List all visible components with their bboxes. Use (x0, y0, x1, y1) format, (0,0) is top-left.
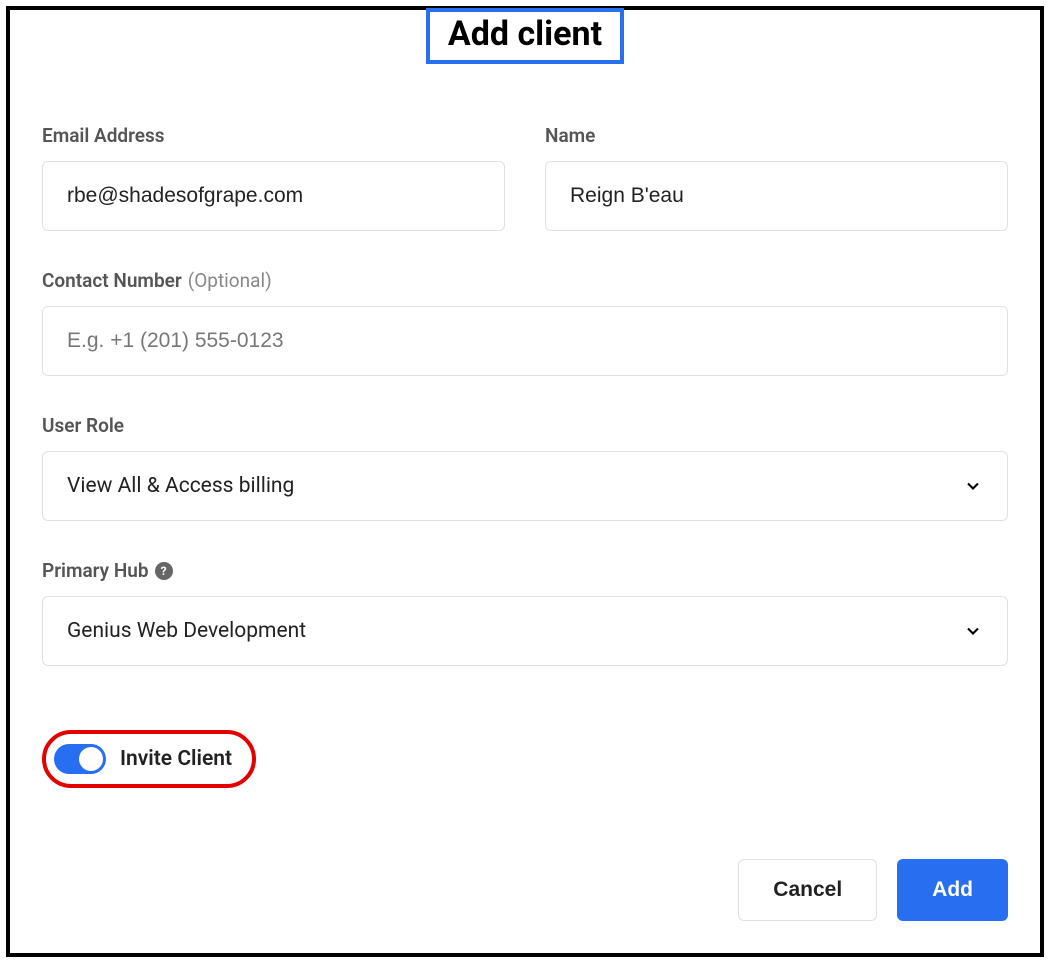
add-button[interactable]: Add (897, 859, 1008, 921)
hub-label-text: Primary Hub (42, 559, 149, 582)
chevron-down-icon (963, 476, 983, 496)
invite-client-toggle[interactable] (54, 744, 106, 774)
add-client-dialog: Add client Email Address Name Contact Nu… (6, 6, 1044, 957)
field-hub: Primary Hub ? Genius Web Development (42, 559, 1008, 666)
contact-optional-text: (Optional) (188, 269, 272, 292)
email-input[interactable] (42, 161, 505, 231)
field-contact: Contact Number (Optional) (42, 269, 1008, 376)
help-icon[interactable]: ? (155, 562, 173, 580)
dialog-title: Add client (448, 14, 602, 54)
hub-selected-value: Genius Web Development (67, 619, 306, 643)
chevron-down-icon (963, 621, 983, 641)
invite-client-label: Invite Client (120, 747, 232, 771)
contact-input[interactable] (42, 306, 1008, 376)
field-role: User Role View All & Access billing (42, 414, 1008, 521)
cancel-button[interactable]: Cancel (738, 859, 877, 921)
contact-label-text: Contact Number (42, 269, 182, 292)
row-email-name: Email Address Name (42, 124, 1008, 231)
name-label: Name (545, 124, 1008, 147)
dialog-footer: Cancel Add (738, 859, 1008, 921)
field-email: Email Address (42, 124, 505, 231)
role-selected-value: View All & Access billing (67, 474, 294, 498)
role-select[interactable]: View All & Access billing (42, 451, 1008, 521)
title-highlight-box: Add client (426, 8, 624, 64)
hub-label: Primary Hub ? (42, 559, 1008, 582)
email-label: Email Address (42, 124, 505, 147)
role-label: User Role (42, 414, 1008, 437)
hub-select[interactable]: Genius Web Development (42, 596, 1008, 666)
name-input[interactable] (545, 161, 1008, 231)
invite-client-highlight: Invite Client (42, 730, 256, 788)
title-container: Add client (42, 10, 1008, 64)
toggle-knob (79, 747, 103, 771)
contact-label: Contact Number (Optional) (42, 269, 1008, 292)
field-name: Name (545, 124, 1008, 231)
